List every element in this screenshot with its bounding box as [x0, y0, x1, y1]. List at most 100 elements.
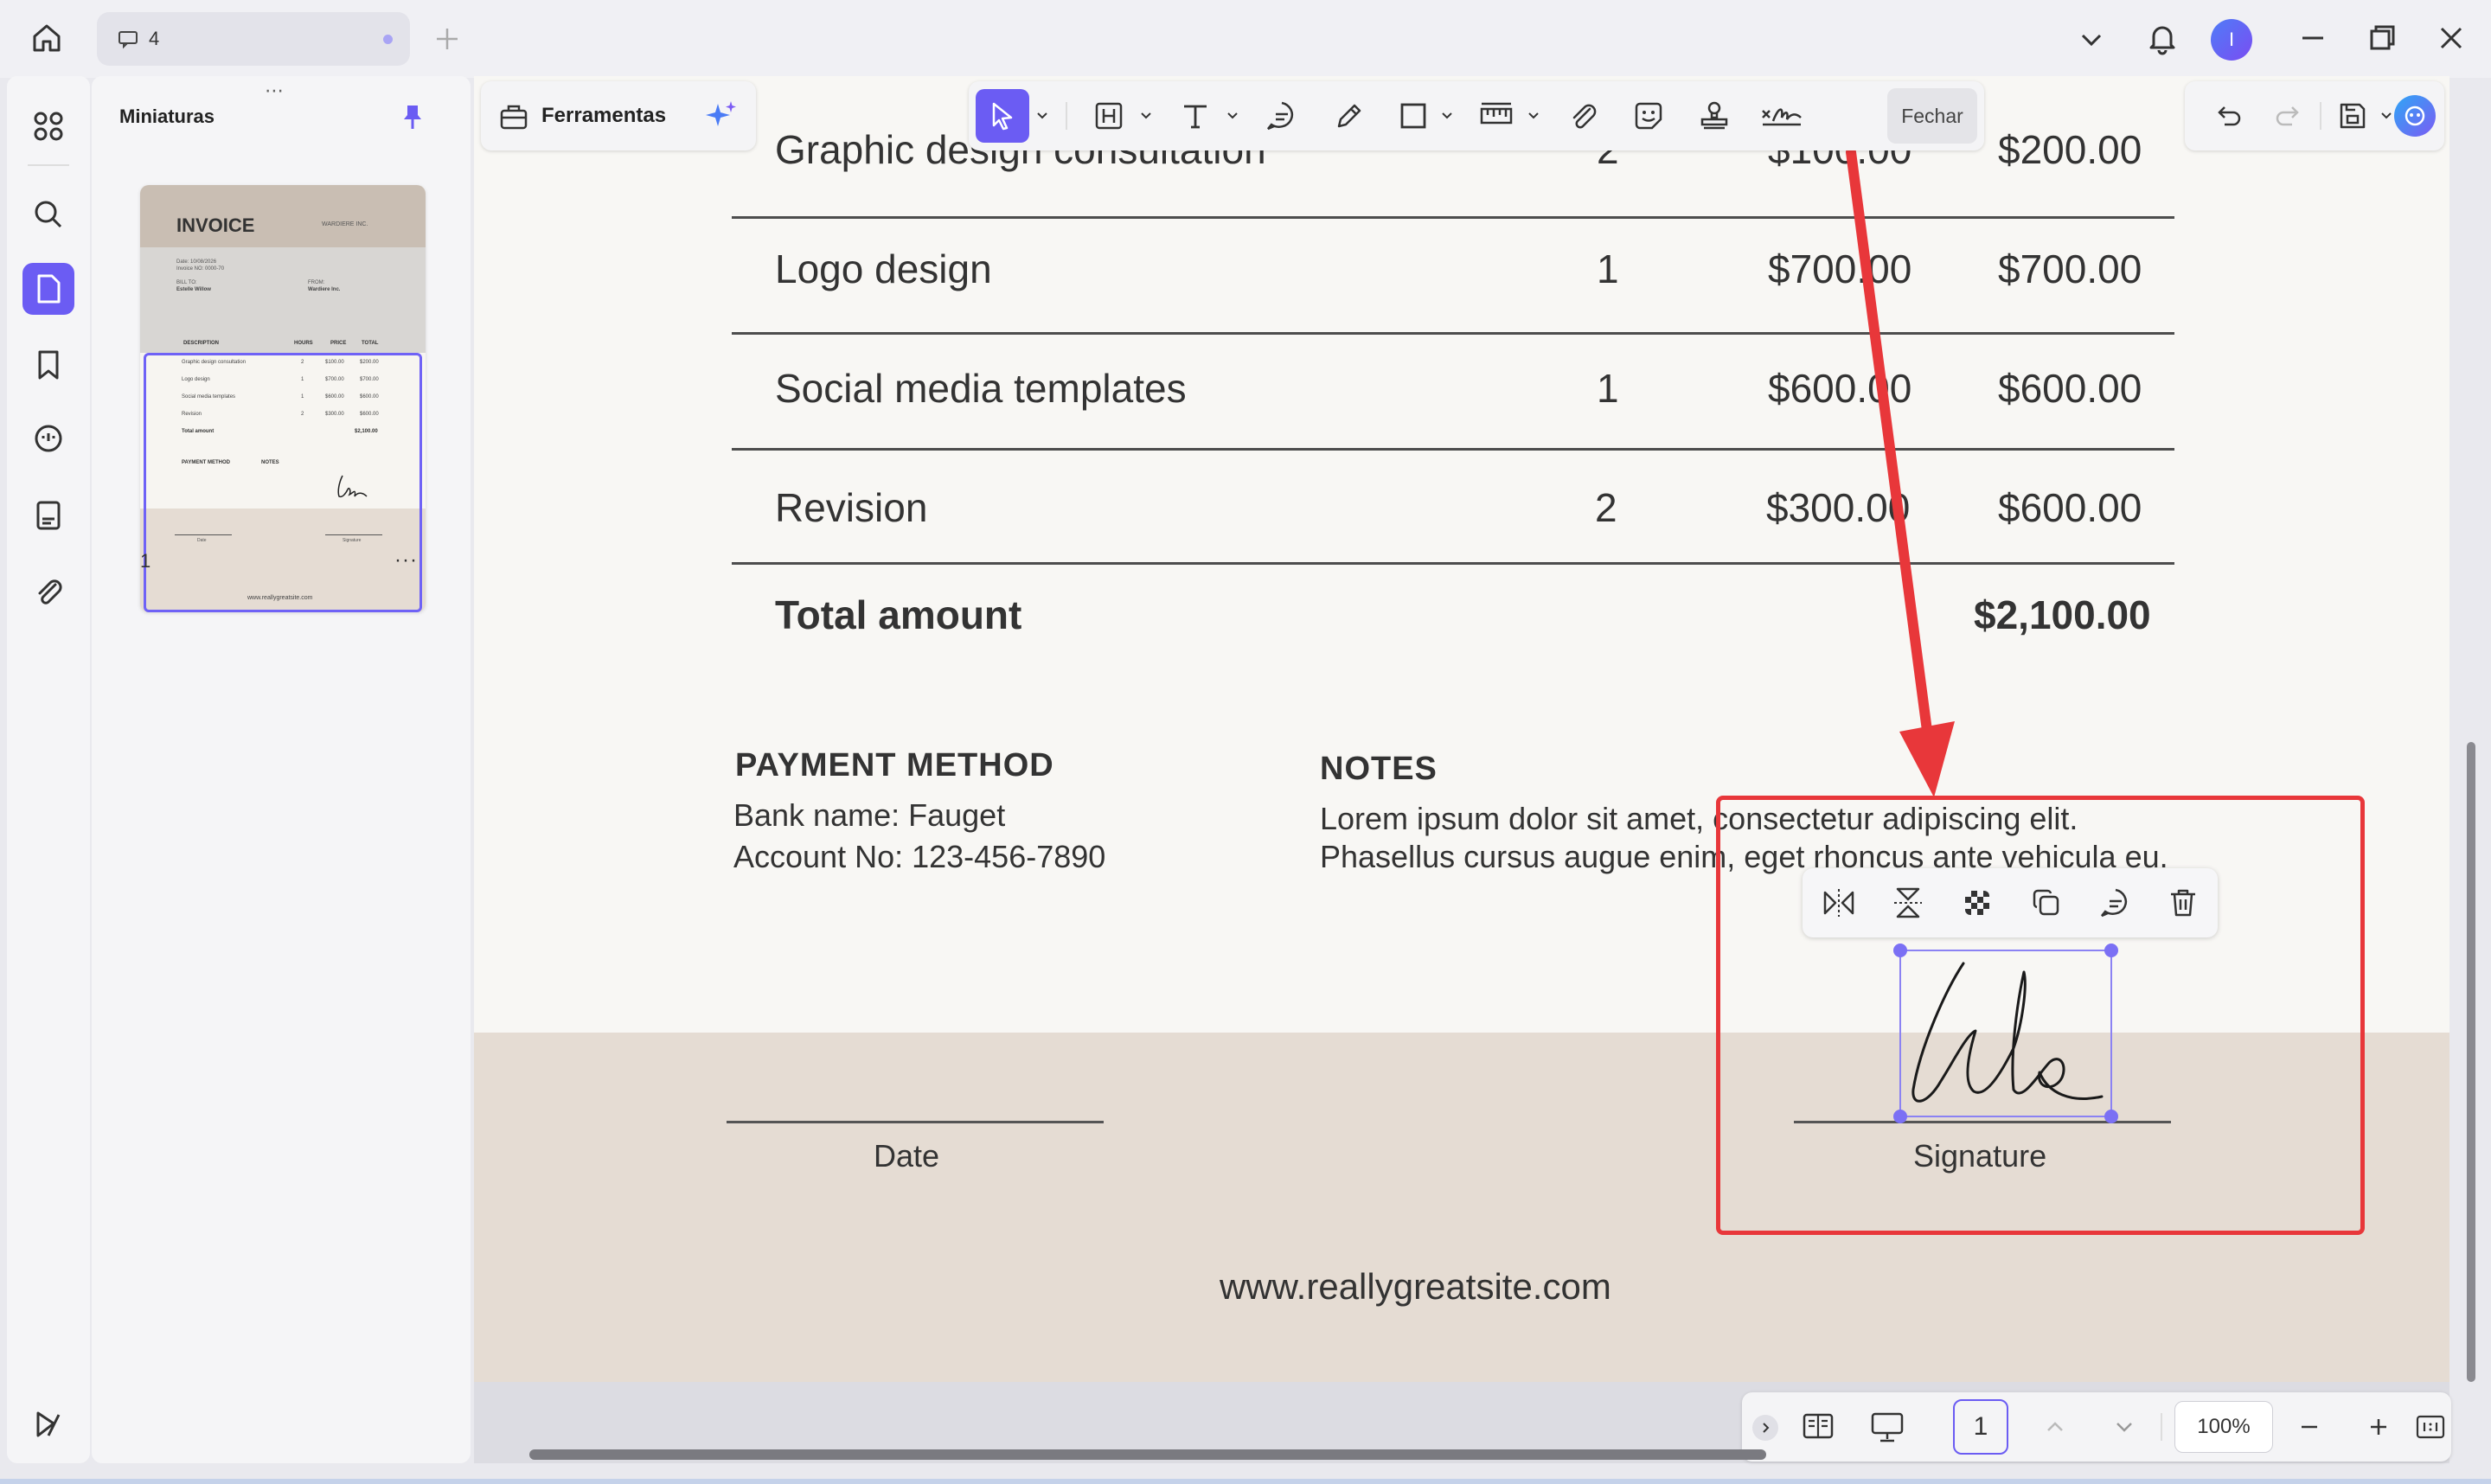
pin-icon[interactable] [398, 102, 427, 131]
bank-name: Bank name: Fauget [733, 797, 1006, 833]
document-page: Graphic design consultation 2 $100.00 $2… [474, 76, 2449, 1382]
view-toolbar: 1 100% [1742, 1392, 2451, 1462]
thumb-bill-name: Estelle Willow [176, 287, 211, 292]
bell-icon[interactable] [2145, 21, 2180, 55]
thumb-col-total: TOTAL [362, 341, 379, 346]
thumbnail-panel: ⋯ Miniaturas INVOICE WARDIERE INC. Date:… [92, 76, 471, 1463]
text-tool-icon[interactable] [1173, 93, 1218, 138]
invoice-row-description: Logo design [775, 246, 992, 291]
theme-icon[interactable] [22, 1398, 74, 1449]
actual-size-icon[interactable] [2413, 1404, 2448, 1449]
invoice-row-total: $700.00 [1998, 246, 2142, 291]
measure-tool-icon[interactable] [1474, 93, 1519, 138]
toolbar-divider [2320, 102, 2321, 130]
thumb-from: FROM: [308, 280, 325, 285]
date-line [727, 1121, 1104, 1123]
home-icon[interactable] [29, 21, 64, 55]
page-number-input[interactable]: 1 [1953, 1399, 2008, 1455]
close-icon[interactable] [2436, 22, 2467, 54]
tools-button[interactable]: Ferramentas [481, 81, 756, 150]
ai-assistant-icon[interactable] [2394, 95, 2436, 137]
ai-sparkle-icon[interactable] [704, 99, 739, 133]
chevron-down-icon[interactable] [1526, 107, 1541, 127]
undo-icon[interactable] [2206, 93, 2251, 138]
horizontal-scrollbar[interactable] [529, 1449, 1766, 1460]
invoice-row-qty: 2 [1595, 485, 1617, 530]
highlight-box [1716, 796, 2365, 1235]
zoom-in-icon[interactable] [2356, 1404, 2401, 1449]
new-tab-icon[interactable] [432, 24, 462, 54]
invoice-row-description: Revision [775, 485, 928, 530]
account-number: Account No: 123-456-7890 [733, 839, 1106, 874]
panel-title: Miniaturas [119, 106, 215, 127]
comment-tool-icon[interactable] [1259, 93, 1304, 138]
thumb-bill-to: BILL TO: [176, 280, 197, 285]
search-icon[interactable] [22, 189, 74, 240]
select-tool-icon[interactable] [976, 89, 1029, 143]
panel-drag-handle[interactable]: ⋯ [265, 80, 285, 102]
document-viewport[interactable]: Graphic design consultation 2 $100.00 $2… [474, 76, 2449, 1463]
page-thumbnails-icon[interactable] [22, 263, 74, 315]
tools-label: Ferramentas [541, 104, 667, 127]
chevron-down-icon[interactable] [2076, 24, 2107, 55]
sticker-icon[interactable] [1626, 93, 1671, 138]
presentation-icon[interactable] [1865, 1404, 1910, 1449]
stamp-icon[interactable] [1692, 93, 1737, 138]
invoice-row-total: $600.00 [1998, 485, 2142, 530]
restore-icon[interactable] [2366, 22, 2398, 54]
date-label: Date [874, 1138, 940, 1174]
comment-icon[interactable] [2093, 880, 2138, 925]
vertical-scrollbar[interactable] [2467, 742, 2475, 1382]
left-rail [7, 76, 90, 1463]
taskbar-edge [0, 1479, 2491, 1484]
thumb-from-name: Wardiere Inc. [308, 287, 341, 292]
minimize-icon[interactable] [2297, 22, 2328, 54]
chevron-down-icon[interactable] [2379, 107, 2394, 127]
title-bar: 4 I [0, 0, 2491, 78]
annotation-toolbar: Fechar [969, 81, 1984, 150]
zoom-out-icon[interactable] [2287, 1404, 2332, 1449]
payment-method-heading: PAYMENT METHOD [735, 747, 1054, 784]
previous-page-icon[interactable] [2033, 1404, 2078, 1449]
shape-tool-icon[interactable] [1391, 93, 1436, 138]
website-text: www.reallygreatsite.com [1220, 1266, 1611, 1307]
chevron-down-icon[interactable] [1034, 107, 1050, 127]
invoice-row-total: $200.00 [1998, 127, 2142, 172]
save-icon[interactable] [2330, 93, 2375, 138]
duplicate-icon[interactable] [2024, 880, 2069, 925]
trash-icon[interactable] [2161, 880, 2206, 925]
document-tab[interactable]: 4 [97, 12, 410, 66]
thumb-col-hours: HOURS [294, 341, 313, 346]
zoom-level[interactable]: 100% [2174, 1401, 2273, 1453]
thumbnail-more-button[interactable]: ··· [394, 548, 418, 572]
apps-grid-icon[interactable] [22, 100, 74, 152]
annotation-arrow [1816, 147, 1972, 809]
pencil-tool-icon[interactable] [1327, 93, 1372, 138]
total-amount-label: Total amount [775, 592, 1022, 637]
invoice-row-total: $600.00 [1998, 366, 2142, 411]
flip-vertical-icon[interactable] [1886, 880, 1931, 925]
attachment-icon[interactable] [1560, 93, 1605, 138]
close-tool-button[interactable]: Fechar [1887, 88, 1977, 144]
flip-horizontal-icon[interactable] [1816, 880, 1861, 925]
redo-icon[interactable] [2266, 93, 2311, 138]
unsaved-dot [383, 35, 393, 44]
highlight-tool-icon[interactable] [1086, 93, 1131, 138]
toolbar-divider [2161, 1413, 2162, 1441]
notes-heading: NOTES [1320, 751, 1438, 787]
expand-toolbar-icon[interactable] [1752, 1415, 1778, 1441]
user-avatar[interactable]: I [2211, 19, 2252, 61]
opacity-icon[interactable] [1955, 880, 2000, 925]
attachment-icon[interactable] [22, 566, 74, 617]
chevron-down-icon[interactable] [1439, 107, 1455, 127]
chevron-down-icon[interactable] [1138, 107, 1154, 127]
chevron-down-icon[interactable] [1225, 107, 1240, 127]
comments-icon[interactable] [22, 413, 74, 465]
signature-tool-icon[interactable] [1756, 93, 1808, 138]
toolbox-icon [498, 100, 529, 131]
next-page-icon[interactable] [2102, 1404, 2147, 1449]
bookmark-icon[interactable] [22, 339, 74, 391]
form-fields-icon[interactable] [22, 489, 74, 541]
page-layout-icon[interactable] [1796, 1404, 1841, 1449]
thumb-title: INVOICE [176, 214, 255, 236]
